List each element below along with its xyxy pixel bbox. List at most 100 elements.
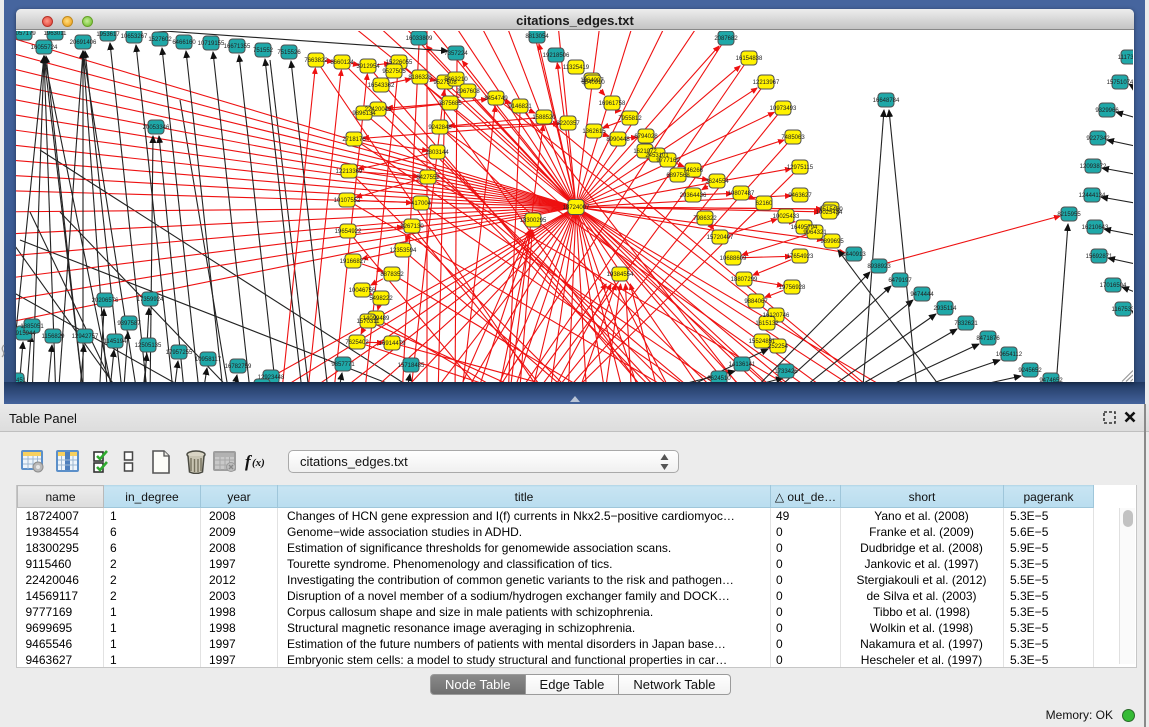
svg-text:9777169: 9777169 <box>656 158 680 164</box>
svg-text:19218506: 19218506 <box>543 53 570 59</box>
svg-text:1145194: 1145194 <box>104 339 128 345</box>
svg-text:6479197: 6479197 <box>888 278 912 284</box>
svg-text:12444134: 12444134 <box>1079 193 1106 199</box>
svg-text:9884067: 9884067 <box>744 299 768 305</box>
svg-text:8427552: 8427552 <box>416 175 440 181</box>
svg-text:8938923: 8938923 <box>867 264 891 270</box>
svg-text:6897568: 6897568 <box>666 173 690 179</box>
svg-text:17016504: 17016504 <box>1100 283 1127 289</box>
svg-text:16210643: 16210643 <box>1082 225 1109 231</box>
svg-text:1885051: 1885051 <box>20 324 44 330</box>
svg-text:12213369: 12213369 <box>336 169 363 175</box>
svg-text:9896134: 9896134 <box>352 111 376 117</box>
svg-text:8220357: 8220357 <box>556 121 580 127</box>
svg-text:9245652: 9245652 <box>1018 368 1042 374</box>
svg-text:17957255: 17957255 <box>166 350 193 356</box>
svg-text:5498222: 5498222 <box>369 296 393 302</box>
svg-text:1440913: 1440913 <box>842 252 866 258</box>
svg-text:1570311: 1570311 <box>357 319 381 325</box>
svg-text:20053346: 20053346 <box>143 125 170 131</box>
svg-text:9474652: 9474652 <box>1039 378 1063 382</box>
svg-text:20364436: 20364436 <box>680 193 707 199</box>
svg-text:19384554: 19384554 <box>607 272 634 278</box>
svg-text:18300295: 18300295 <box>520 218 547 224</box>
svg-text:9964321: 9964321 <box>803 230 827 236</box>
svg-text:16120746: 16120746 <box>763 313 790 319</box>
svg-text:62160: 62160 <box>756 201 773 207</box>
svg-text:3912954: 3912954 <box>356 64 380 70</box>
svg-text:7986322: 7986322 <box>693 216 717 222</box>
svg-text:16154838: 16154838 <box>736 56 763 62</box>
svg-text:9146821: 9146821 <box>508 104 532 110</box>
svg-text:3624554: 3624554 <box>705 179 729 185</box>
svg-text:16648784: 16648784 <box>873 98 900 104</box>
svg-text:9329966: 9329966 <box>1095 108 1119 114</box>
svg-text:15226055: 15226055 <box>386 60 413 66</box>
svg-text:7955812: 7955812 <box>618 116 642 122</box>
svg-text:6640910: 6640910 <box>581 80 605 86</box>
svg-text:11325419: 11325419 <box>563 65 590 71</box>
svg-text:12942757: 12942757 <box>72 334 99 340</box>
svg-text:1615132: 1615132 <box>755 321 779 327</box>
svg-text:12213967: 12213967 <box>753 80 780 86</box>
svg-text:1963011: 1963011 <box>44 31 68 37</box>
svg-text:1117382: 1117382 <box>1118 55 1133 61</box>
svg-text:10653267: 10653267 <box>121 34 148 40</box>
svg-text:9624510: 9624510 <box>707 376 731 382</box>
svg-text:12093872: 12093872 <box>1080 164 1107 170</box>
svg-text:15751074: 15751074 <box>1107 80 1133 86</box>
svg-text:7832621: 7832621 <box>954 321 978 327</box>
svg-text:16033809: 16033809 <box>406 36 433 42</box>
svg-text:10107552: 10107552 <box>334 198 361 204</box>
svg-text:12353594: 12353594 <box>390 248 417 254</box>
svg-text:8215955: 8215955 <box>1057 212 1081 218</box>
svg-text:6466160: 6466160 <box>172 40 196 46</box>
svg-text:8878352: 8878352 <box>380 272 404 278</box>
svg-text:(x): (x) <box>252 457 265 469</box>
svg-text:7485063: 7485063 <box>781 135 805 141</box>
svg-text:10719155: 10719155 <box>198 41 225 47</box>
svg-text:10688609: 10688609 <box>720 256 747 262</box>
svg-text:12505135: 12505135 <box>135 343 162 349</box>
svg-text:10025433: 10025433 <box>773 214 800 220</box>
svg-text:16782759: 16782759 <box>225 364 252 370</box>
svg-text:7663822: 7663822 <box>304 58 328 64</box>
svg-text:8454749: 8454749 <box>484 96 508 102</box>
svg-text:8660124: 8660124 <box>330 60 354 66</box>
svg-text:962451: 962451 <box>16 378 27 382</box>
svg-text:2087682: 2087682 <box>714 36 738 42</box>
svg-text:15718485: 15718485 <box>398 363 425 369</box>
svg-text:20691406: 20691406 <box>70 40 97 46</box>
svg-text:1167533: 1167533 <box>1112 307 1133 313</box>
svg-text:10973493: 10973493 <box>770 106 797 112</box>
svg-text:9899695: 9899695 <box>820 239 844 245</box>
svg-text:15720407: 15720407 <box>707 235 734 241</box>
svg-text:17654923: 17654923 <box>787 254 814 260</box>
svg-text:7515526: 7515526 <box>277 50 301 56</box>
svg-text:19166827: 19166827 <box>340 259 367 265</box>
svg-text:417004: 417004 <box>411 201 432 207</box>
svg-text:1733426: 1733426 <box>774 369 798 375</box>
svg-text:10807487: 10807487 <box>728 191 755 197</box>
svg-text:8471876: 8471876 <box>976 336 1000 342</box>
svg-text:2803144: 2803144 <box>425 150 449 156</box>
svg-text:8186328: 8186328 <box>408 75 432 81</box>
svg-text:7625402: 7625402 <box>345 340 369 346</box>
svg-text:2967608: 2967608 <box>456 89 480 95</box>
svg-text:9527505: 9527505 <box>382 69 406 75</box>
svg-text:9242848: 9242848 <box>428 125 452 131</box>
svg-text:19654922: 19654922 <box>335 229 362 235</box>
svg-text:751552: 751552 <box>253 48 274 54</box>
svg-text:7357224: 7357224 <box>444 51 468 57</box>
svg-text:9397587: 9397587 <box>117 321 141 327</box>
svg-text:16671355: 16671355 <box>224 44 251 50</box>
svg-text:1527602: 1527602 <box>148 37 172 43</box>
svg-text:19756928: 19756928 <box>779 285 806 291</box>
svg-text:17359924: 17359924 <box>137 297 164 303</box>
svg-text:252254: 252254 <box>768 344 789 350</box>
svg-text:10046756: 10046756 <box>349 288 376 294</box>
svg-text:18724007: 18724007 <box>563 205 590 211</box>
svg-text:16543362: 16543362 <box>368 83 395 89</box>
svg-text:8813054: 8813054 <box>525 34 549 40</box>
svg-text:9463627: 9463627 <box>788 193 812 199</box>
